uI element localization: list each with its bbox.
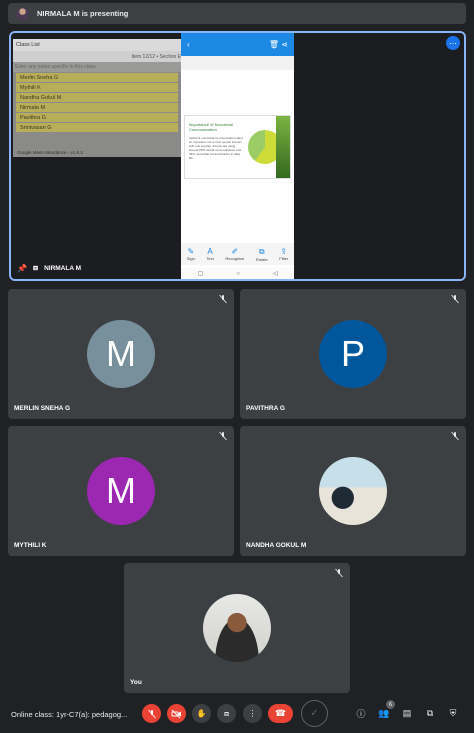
share-icon: ⋖: [281, 40, 288, 49]
class-list-info: Item 12/12 • Section E: [131, 53, 181, 60]
chat-icon: ▤: [402, 707, 412, 718]
hand-icon: ✋: [196, 709, 207, 718]
mic-toggle-button[interactable]: [142, 704, 161, 723]
mic-off-icon: [335, 568, 343, 578]
raise-hand-button[interactable]: ✋: [192, 704, 211, 723]
check-button[interactable]: ✓: [301, 700, 328, 727]
people-icon: 👥: [378, 707, 390, 718]
mic-off-icon: [451, 431, 459, 441]
text-icon: A: [207, 247, 213, 256]
present-button[interactable]: ⧈: [217, 704, 236, 723]
participant-name: PAVITHRA G: [246, 405, 285, 412]
camera-off-icon: [171, 709, 181, 718]
back-arrow-icon: ‹: [187, 40, 190, 49]
leave-call-button[interactable]: ☎: [268, 704, 293, 723]
participant-name: MERLIN SNEHA G: [14, 405, 71, 412]
participant-tile[interactable]: P PAVITHRA G: [240, 289, 466, 419]
more-options-button[interactable]: ⋮: [243, 704, 262, 723]
mic-off-icon: [451, 294, 459, 304]
tool-rotate: ⧉ Rotate: [255, 246, 268, 262]
document-slide: Importance of Nonverbal Communication Ve…: [184, 115, 291, 179]
avatar: M: [87, 457, 155, 525]
participant-name: You: [130, 679, 142, 686]
phone-app-bar: ‹ 🗑 ⋖: [181, 33, 294, 56]
mic-off-icon: [219, 431, 227, 441]
avatar: M: [87, 320, 155, 388]
phone-hangup-icon: ☎: [274, 708, 287, 718]
tool-filter: ⇪ Filter: [279, 247, 289, 261]
people-button[interactable]: 👥: [378, 707, 390, 719]
meeting-title: Online class: 1yr-C7(a): pedagog...: [11, 710, 128, 719]
more-options-icon[interactable]: ⋯: [446, 36, 460, 50]
tool-recognize: ✐ Recognize: [225, 247, 245, 261]
phone-screen: ‹ 🗑 ⋖ Importance of Nonverbal Communicat…: [181, 33, 294, 279]
camera-toggle-button[interactable]: [167, 704, 186, 723]
class-list-footer: Google Meet Attendance - v1.6.3: [17, 150, 83, 155]
present-screen-icon: ⧈: [223, 708, 230, 718]
participant-name: NANDHA GOKUL M: [246, 542, 307, 549]
avatar-photo: [203, 594, 271, 662]
present-screen-icon: ⧈: [32, 263, 39, 272]
filter-icon: ⇪: [280, 247, 288, 256]
participant-tile[interactable]: M MYTHILI K: [8, 426, 234, 556]
list-item: Srinivasan G: [16, 123, 178, 132]
tool-text: A Text: [206, 247, 214, 261]
chat-button[interactable]: ▤: [401, 707, 413, 719]
presenter-name: NIRMALA M: [44, 264, 82, 272]
tool-sign: ✎ Sign: [186, 247, 195, 261]
back-icon: ◁: [272, 271, 278, 277]
mic-off-icon: [219, 294, 227, 304]
activities-icon: ⧉: [426, 707, 434, 718]
shield-icon: ⛨: [449, 707, 457, 718]
class-list-title: Class List: [13, 39, 181, 51]
avatar: P: [319, 320, 387, 388]
host-controls-button[interactable]: ⛨: [447, 707, 459, 719]
presentation-tile[interactable]: Class List Item 12/12 • Section E Enter …: [9, 31, 466, 281]
mic-off-icon: [147, 709, 156, 718]
presentation-label: 📌 ⧈ NIRMALA M: [17, 263, 81, 273]
participant-name: MYTHILI K: [14, 542, 47, 549]
check-icon: ✓: [310, 708, 319, 719]
class-list-note: Enter any notes specific to this class: [13, 62, 181, 72]
info-icon: ⓘ: [356, 708, 366, 719]
phone-toolbar: ✎ Sign A Text ✐ Recognize ⧉ Rotate ⇪ Filter: [181, 243, 294, 265]
list-item: Merlin Sneha G: [16, 73, 178, 82]
more-vert-icon: ⋮: [248, 709, 257, 718]
activities-button[interactable]: ⧉: [424, 707, 436, 719]
list-item: Nandha Gokul M: [16, 93, 178, 102]
list-item: Pavithra G: [16, 113, 178, 122]
list-item: Mythili K: [16, 83, 178, 92]
presenting-banner: NIRMALA M is presenting: [8, 3, 466, 24]
list-item: Nirmala M: [16, 103, 178, 112]
slide-title: Importance of Nonverbal Communication: [189, 122, 233, 132]
pin-icon[interactable]: 📌: [17, 264, 27, 273]
recognize-icon: ✐: [231, 247, 239, 256]
meeting-details-button[interactable]: ⓘ: [355, 707, 367, 719]
phone-nav-bar: ▢ ○ ◁: [181, 268, 294, 279]
rotate-icon: ⧉: [258, 246, 265, 256]
recents-icon: ▢: [197, 271, 204, 277]
presenting-text: NIRMALA M is presenting: [37, 9, 129, 18]
class-list-toolbar: Item 12/12 • Section E: [13, 51, 181, 62]
class-list-window: Class List Item 12/12 • Section E Enter …: [13, 39, 181, 157]
avatar-photo: [319, 457, 387, 525]
home-icon: ○: [236, 270, 240, 277]
participant-tile[interactable]: M MERLIN SNEHA G: [8, 289, 234, 419]
delete-icon: 🗑: [268, 40, 280, 49]
presenter-avatar: [16, 7, 29, 20]
self-tile[interactable]: You: [124, 563, 350, 693]
slide-body: Verbal & nonverbal communication plays a…: [189, 136, 244, 160]
slide-green-band: [276, 116, 290, 178]
sign-icon: ✎: [187, 247, 195, 256]
participant-tile[interactable]: NANDHA GOKUL M: [240, 426, 466, 556]
control-bar: Online class: 1yr-C7(a): pedagog... ✋ ⧈ …: [0, 700, 474, 733]
